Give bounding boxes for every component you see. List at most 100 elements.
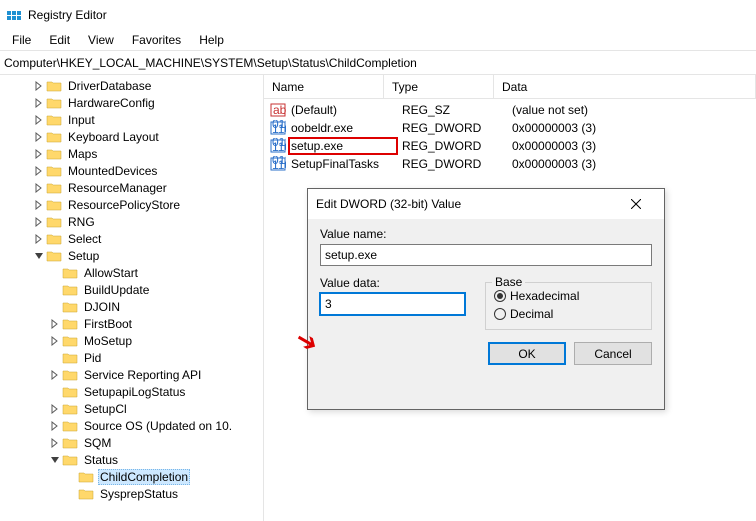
folder-icon xyxy=(62,283,78,297)
tree-item[interactable]: Keyboard Layout xyxy=(0,128,263,145)
tree-item[interactable]: SQM xyxy=(0,434,263,451)
base-groupbox: Base Hexadecimal Decimal xyxy=(485,282,652,330)
col-header-data[interactable]: Data xyxy=(494,75,756,98)
tree-item[interactable]: BuildUpdate xyxy=(0,281,263,298)
tree-item-label: Source OS (Updated on 10. xyxy=(82,419,234,433)
tree-item[interactable]: Maps xyxy=(0,145,263,162)
chevron-down-icon[interactable] xyxy=(48,455,62,465)
tree-item[interactable]: FirstBoot xyxy=(0,315,263,332)
tree-item[interactable]: Source OS (Updated on 10. xyxy=(0,417,263,434)
list-rows: ab(Default)REG_SZ(value not set)011110oo… xyxy=(264,99,756,173)
value-data-input[interactable] xyxy=(320,293,465,315)
folder-icon xyxy=(62,334,78,348)
menu-view[interactable]: View xyxy=(80,31,122,49)
radio-hex-label: Hexadecimal xyxy=(510,289,579,303)
dialog-close-button[interactable] xyxy=(616,191,656,217)
chevron-right-icon[interactable] xyxy=(32,166,46,176)
list-item[interactable]: 011110setup.exeREG_DWORD0x00000003 (3) xyxy=(264,137,756,155)
list-item[interactable]: 011110oobeldr.exeREG_DWORD0x00000003 (3) xyxy=(264,119,756,137)
folder-icon xyxy=(62,317,78,331)
folder-icon xyxy=(78,470,94,484)
tree-item[interactable]: SetupapiLogStatus xyxy=(0,383,263,400)
chevron-right-icon[interactable] xyxy=(48,421,62,431)
tree-item[interactable]: SetupCl xyxy=(0,400,263,417)
cancel-button[interactable]: Cancel xyxy=(574,342,652,365)
value-type: REG_DWORD xyxy=(396,157,506,171)
tree-item[interactable]: Pid xyxy=(0,349,263,366)
col-header-type[interactable]: Type xyxy=(384,75,494,98)
tree-item-label: RNG xyxy=(66,215,97,229)
chevron-down-icon[interactable] xyxy=(32,251,46,261)
folder-icon xyxy=(46,147,62,161)
tree-item[interactable]: AllowStart xyxy=(0,264,263,281)
tree-item[interactable]: ResourceManager xyxy=(0,179,263,196)
value-name: oobeldr.exe xyxy=(290,121,396,135)
folder-icon xyxy=(62,351,78,365)
menu-bar: File Edit View Favorites Help xyxy=(0,30,756,50)
tree-item[interactable]: DriverDatabase xyxy=(0,77,263,94)
base-label: Base xyxy=(492,275,525,289)
title-bar: Registry Editor xyxy=(0,0,756,30)
chevron-right-icon[interactable] xyxy=(48,336,62,346)
ok-button[interactable]: OK xyxy=(488,342,566,365)
tree-item[interactable]: ResourcePolicyStore xyxy=(0,196,263,213)
chevron-right-icon[interactable] xyxy=(32,98,46,108)
chevron-right-icon[interactable] xyxy=(48,370,62,380)
tree-item-label: Status xyxy=(82,453,120,467)
folder-icon xyxy=(62,368,78,382)
chevron-right-icon[interactable] xyxy=(32,217,46,227)
value-type: REG_DWORD xyxy=(396,121,506,135)
tree-item[interactable]: Input xyxy=(0,111,263,128)
value-type: REG_SZ xyxy=(396,103,506,117)
menu-edit[interactable]: Edit xyxy=(41,31,78,49)
tree-item[interactable]: Service Reporting API xyxy=(0,366,263,383)
chevron-right-icon[interactable] xyxy=(32,234,46,244)
value-name: setup.exe xyxy=(290,139,396,153)
value-data: (value not set) xyxy=(506,103,756,117)
tree-item-label: ResourcePolicyStore xyxy=(66,198,182,212)
tree-item[interactable]: MoSetup xyxy=(0,332,263,349)
chevron-right-icon[interactable] xyxy=(32,183,46,193)
chevron-right-icon[interactable] xyxy=(48,404,62,414)
tree-item[interactable]: ChildCompletion xyxy=(0,468,263,485)
tree-item-label: MoSetup xyxy=(82,334,134,348)
chevron-right-icon[interactable] xyxy=(32,149,46,159)
tree-pane[interactable]: DriverDatabaseHardwareConfigInputKeyboar… xyxy=(0,75,264,521)
radio-icon xyxy=(494,290,506,302)
tree-item[interactable]: Select xyxy=(0,230,263,247)
window-title: Registry Editor xyxy=(28,8,107,22)
tree-item[interactable]: RNG xyxy=(0,213,263,230)
radio-decimal[interactable]: Decimal xyxy=(494,305,643,323)
radio-hexadecimal[interactable]: Hexadecimal xyxy=(494,287,643,305)
menu-file[interactable]: File xyxy=(4,31,39,49)
folder-icon xyxy=(46,249,62,263)
value-name: SetupFinalTasks xyxy=(290,157,396,171)
value-type: REG_DWORD xyxy=(396,139,506,153)
tree-item[interactable]: MountedDevices xyxy=(0,162,263,179)
tree-item-label: SQM xyxy=(82,436,113,450)
tree-item[interactable]: Status xyxy=(0,451,263,468)
folder-icon xyxy=(62,385,78,399)
list-item[interactable]: 011110SetupFinalTasksREG_DWORD0x00000003… xyxy=(264,155,756,173)
chevron-right-icon[interactable] xyxy=(32,81,46,91)
value-name-input[interactable] xyxy=(320,244,652,266)
tree-item[interactable]: HardwareConfig xyxy=(0,94,263,111)
value-data: 0x00000003 (3) xyxy=(506,121,756,135)
menu-help[interactable]: Help xyxy=(191,31,232,49)
chevron-right-icon[interactable] xyxy=(32,200,46,210)
tree-item-label: Service Reporting API xyxy=(82,368,203,382)
chevron-right-icon[interactable] xyxy=(32,115,46,125)
list-item[interactable]: ab(Default)REG_SZ(value not set) xyxy=(264,101,756,119)
tree-item[interactable]: SysprepStatus xyxy=(0,485,263,502)
col-header-name[interactable]: Name xyxy=(264,75,384,98)
tree-item-label: ChildCompletion xyxy=(98,469,190,485)
chevron-right-icon[interactable] xyxy=(32,132,46,142)
address-bar[interactable]: Computer\HKEY_LOCAL_MACHINE\SYSTEM\Setup… xyxy=(0,51,756,75)
tree-item[interactable]: Setup xyxy=(0,247,263,264)
chevron-right-icon[interactable] xyxy=(48,319,62,329)
tree-item[interactable]: DJOIN xyxy=(0,298,263,315)
tree-item-label: AllowStart xyxy=(82,266,140,280)
tree-item-label: MountedDevices xyxy=(66,164,159,178)
menu-favorites[interactable]: Favorites xyxy=(124,31,189,49)
chevron-right-icon[interactable] xyxy=(48,438,62,448)
